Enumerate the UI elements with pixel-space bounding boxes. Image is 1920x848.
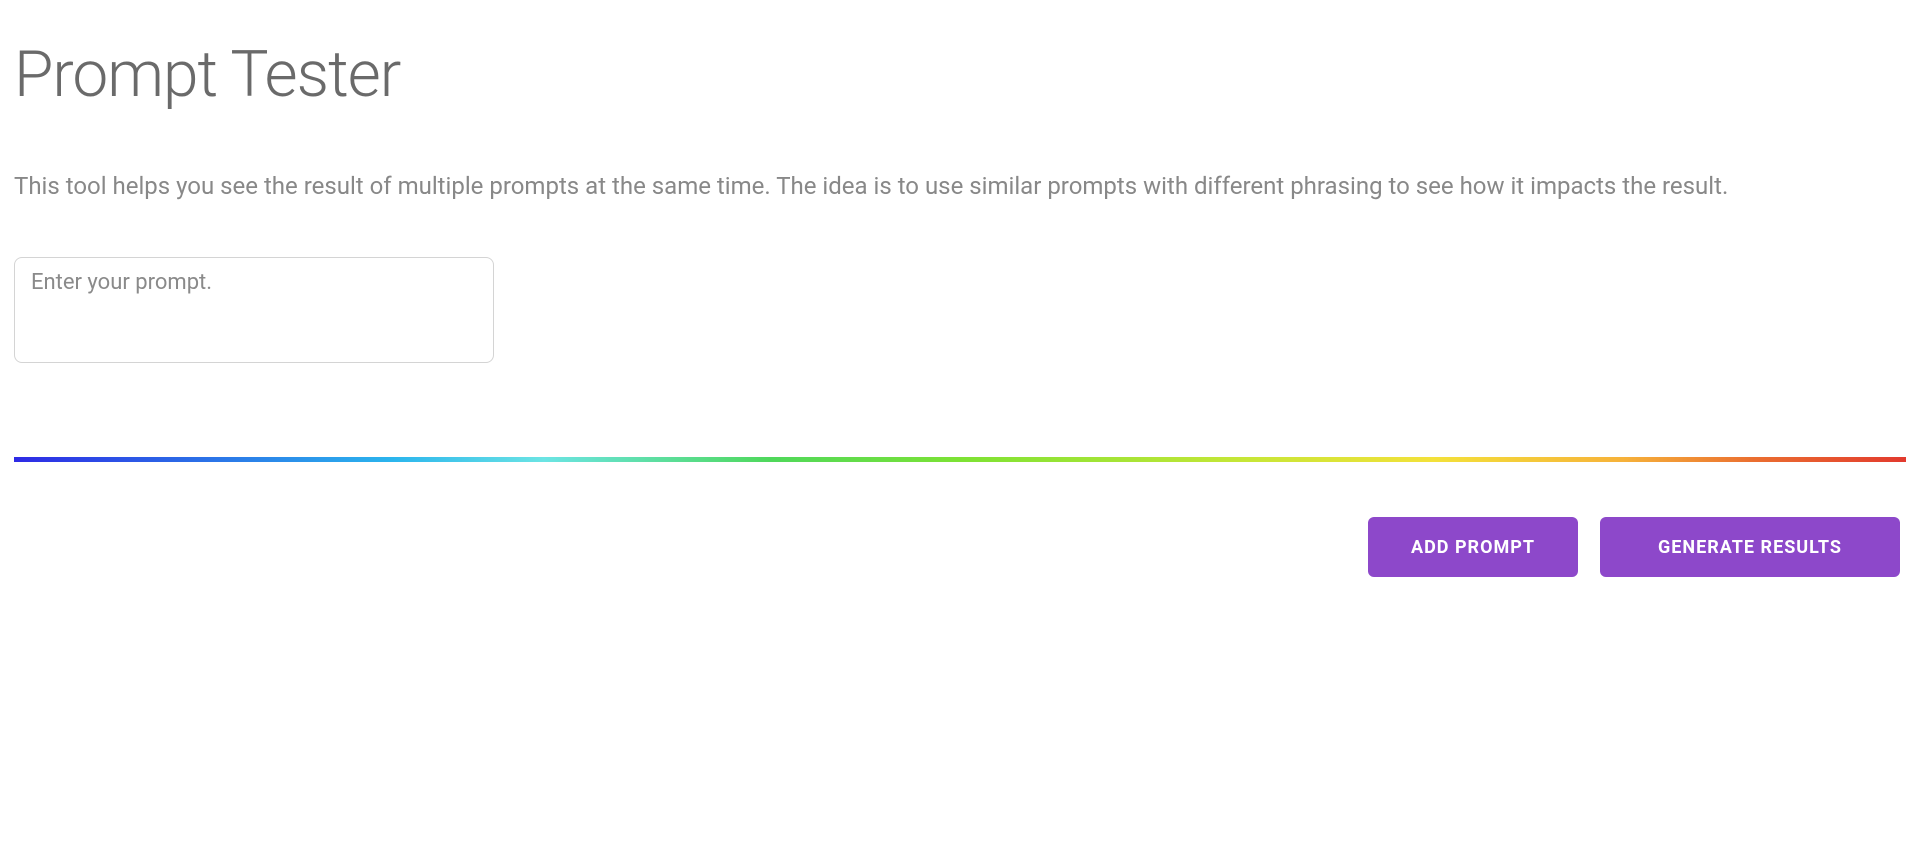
rainbow-divider	[14, 457, 1906, 462]
page-description: This tool helps you see the result of mu…	[14, 165, 1868, 207]
generate-results-button[interactable]: GENERATE RESULTS	[1600, 517, 1900, 577]
main-container: Prompt Tester This tool helps you see th…	[0, 0, 1920, 577]
page-title: Prompt Tester	[14, 40, 1906, 110]
button-row: ADD PROMPT GENERATE RESULTS	[14, 517, 1906, 577]
prompt-input[interactable]	[14, 257, 494, 363]
add-prompt-button[interactable]: ADD PROMPT	[1368, 517, 1578, 577]
